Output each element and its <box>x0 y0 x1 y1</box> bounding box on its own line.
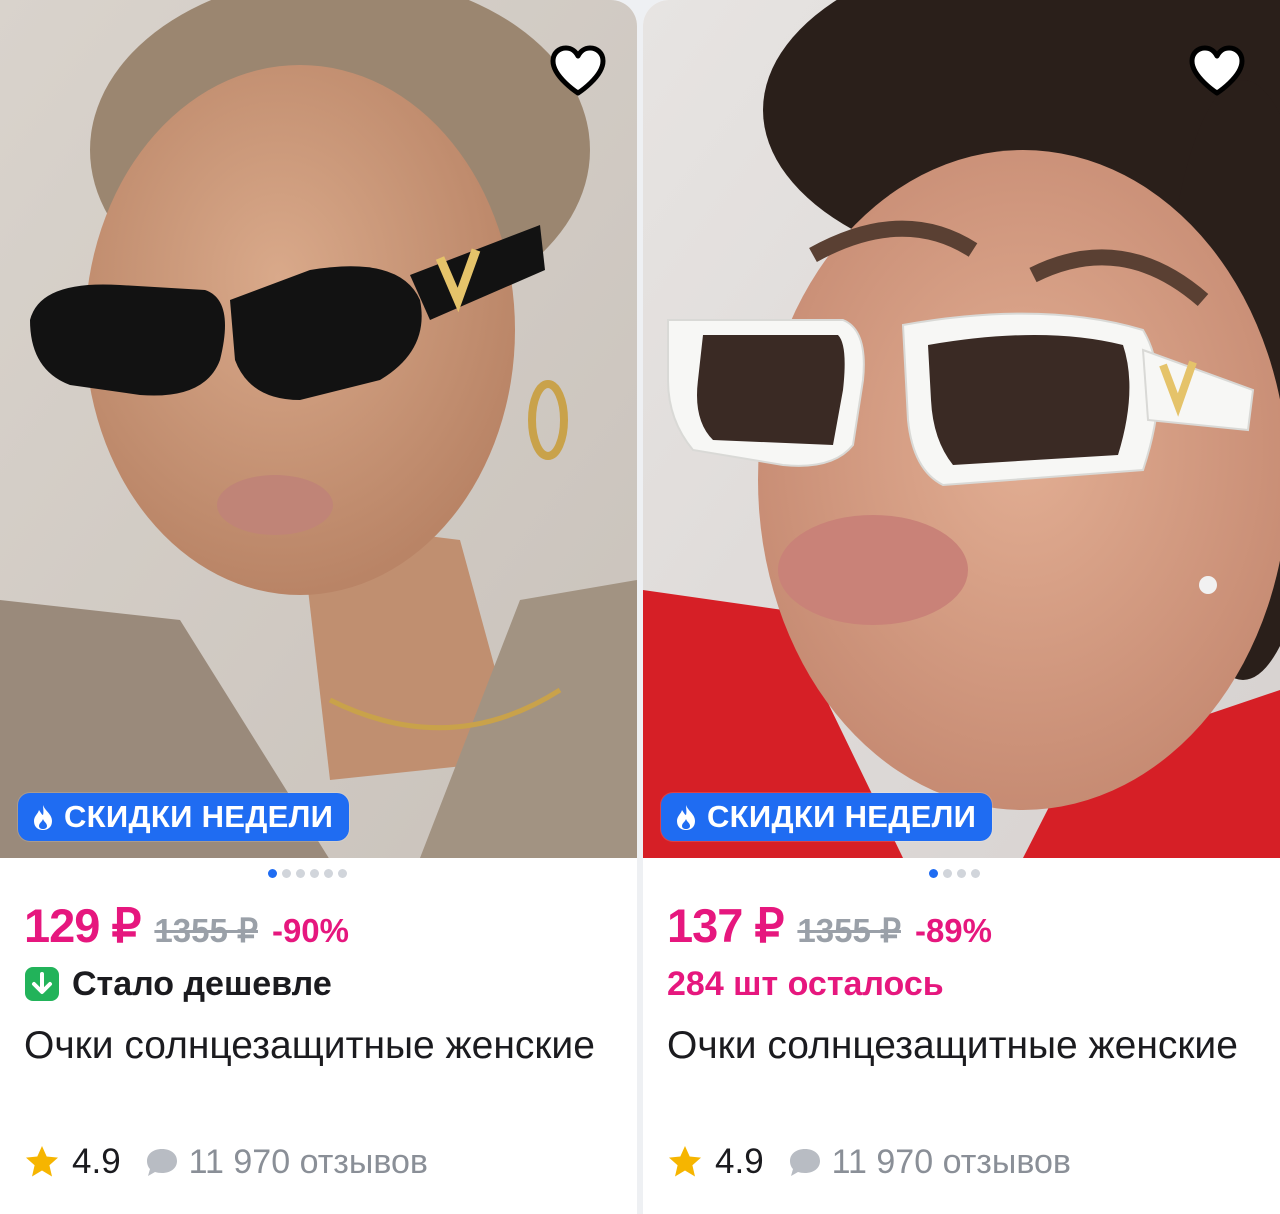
stock-label: 284 шт осталось <box>667 964 944 1003</box>
favorite-button[interactable] <box>1184 40 1250 102</box>
gallery-dot[interactable] <box>943 869 952 878</box>
current-price: 137 ₽ <box>667 899 784 952</box>
favorite-button[interactable] <box>545 40 611 102</box>
old-price: 1355 ₽ <box>154 912 258 949</box>
discount-percent: -90% <box>271 912 350 949</box>
heart-outline-icon <box>1189 45 1245 96</box>
price-drop-status: Стало дешевле <box>24 960 332 1008</box>
gallery-dot[interactable] <box>338 869 347 878</box>
gallery-dot[interactable] <box>282 869 291 878</box>
old-price: 1355 ₽ <box>797 912 901 949</box>
rating-value: 4.9 <box>72 1142 121 1181</box>
gallery-dot[interactable] <box>296 869 305 878</box>
status-label: Стало дешевле <box>72 964 332 1003</box>
gallery-dot[interactable] <box>957 869 966 878</box>
promo-badge: СКИДКИ НЕДЕЛИ <box>18 793 350 841</box>
product-card[interactable]: СКИДКИ НЕДЕЛИ 137 ₽ 1355 ₽ -89% 284 шт о… <box>643 0 1280 1214</box>
product-image[interactable] <box>643 0 1280 858</box>
flame-icon <box>34 805 52 830</box>
product-title[interactable]: Очки солнцезащитные женские <box>667 1016 1247 1075</box>
flame-icon <box>677 805 695 830</box>
stock-status: 284 шт осталось <box>667 960 944 1008</box>
arrow-down-icon <box>25 967 59 1001</box>
star-icon <box>26 1146 58 1177</box>
rating-value: 4.9 <box>715 1142 764 1181</box>
gallery-dot[interactable] <box>310 869 319 878</box>
product-title[interactable]: Очки солнцезащитные женские <box>24 1016 604 1075</box>
current-price: 129 ₽ <box>24 899 141 952</box>
star-icon <box>669 1146 701 1177</box>
rating-row[interactable]: 4.9 11 970 отзывов <box>24 1138 428 1186</box>
product-photo <box>0 0 637 858</box>
price-row: 129 ₽ 1355 ₽ -90% <box>24 898 349 956</box>
product-card[interactable]: СКИДКИ НЕДЕЛИ 129 ₽ 1355 ₽ -90% Стало де… <box>0 0 637 1214</box>
reviews-count: 11 970 отзывов <box>831 1142 1071 1181</box>
gallery-dot[interactable] <box>929 869 938 878</box>
comment-icon <box>789 1149 820 1176</box>
comment-icon <box>146 1149 177 1176</box>
promo-badge: СКИДКИ НЕДЕЛИ <box>661 793 993 841</box>
heart-outline-icon <box>550 45 606 96</box>
rating-row[interactable]: 4.9 11 970 отзывов <box>667 1138 1071 1186</box>
gallery-dots[interactable] <box>268 869 347 878</box>
product-photo <box>643 0 1280 858</box>
product-image[interactable] <box>0 0 637 858</box>
reviews-count: 11 970 отзывов <box>188 1142 428 1181</box>
price-row: 137 ₽ 1355 ₽ -89% <box>667 898 992 956</box>
gallery-dot[interactable] <box>268 869 277 878</box>
gallery-dot[interactable] <box>324 869 333 878</box>
gallery-dot[interactable] <box>971 869 980 878</box>
promo-badge-label: СКИДКИ НЕДЕЛИ <box>64 799 334 834</box>
discount-percent: -89% <box>914 912 993 949</box>
gallery-dots[interactable] <box>929 869 980 878</box>
promo-badge-label: СКИДКИ НЕДЕЛИ <box>707 799 977 834</box>
